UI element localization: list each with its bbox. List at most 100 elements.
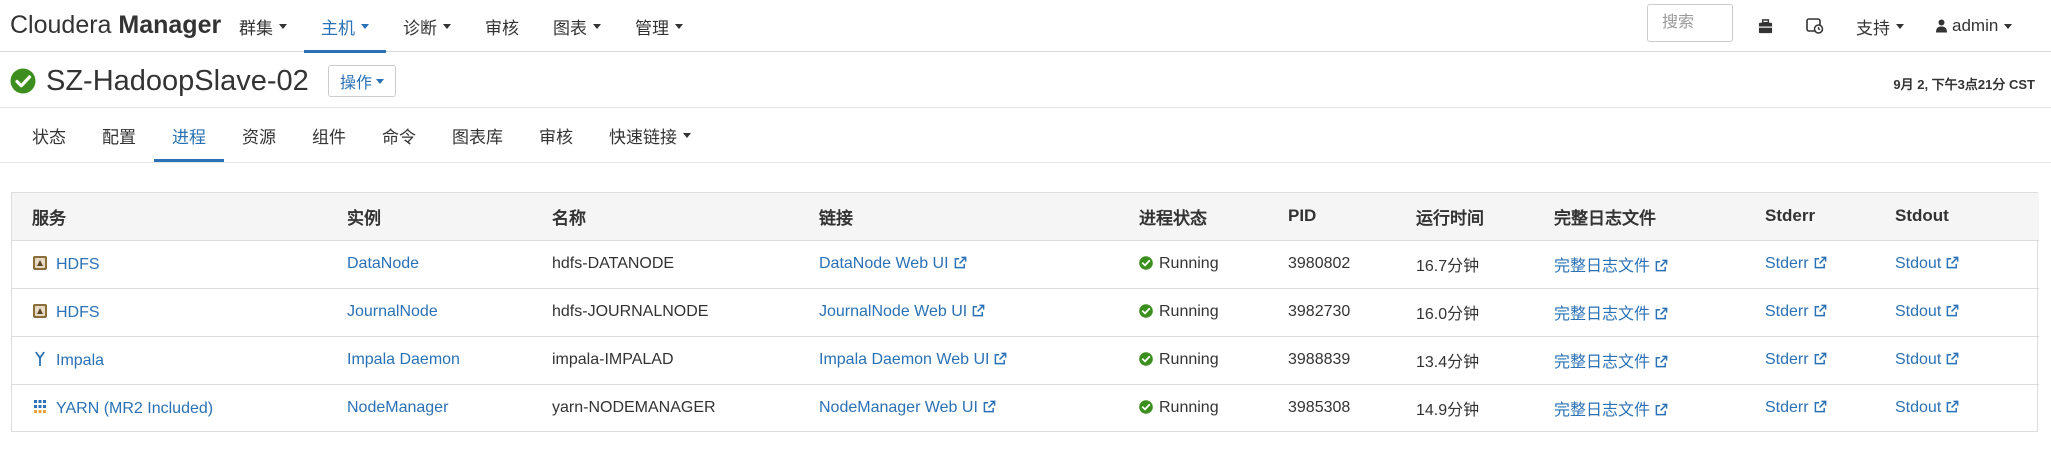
column-header-process-status[interactable]: 进程状态 — [1119, 193, 1268, 241]
instance-link[interactable]: NodeManager — [347, 399, 448, 416]
top-navbar: Cloudera Manager 群集 主机 诊断 审核 图表 管理 搜索 支持… — [0, 0, 2051, 53]
parcels-button[interactable] — [1740, 0, 1790, 52]
tab-label: 进程 — [172, 127, 206, 147]
tab-charts-library[interactable]: 图表库 — [434, 108, 521, 162]
tab-components[interactable]: 组件 — [294, 108, 364, 162]
web-ui-link[interactable]: DataNode Web UI — [819, 255, 967, 272]
stderr-link[interactable]: Stderr — [1765, 303, 1827, 320]
service-link[interactable]: Impala — [56, 352, 104, 369]
full-log-link[interactable]: 完整日志文件 — [1554, 354, 1668, 371]
cell-stderr: Stderr — [1745, 384, 1875, 432]
tab-label: 组件 — [312, 127, 346, 147]
process-status-text: Running — [1159, 399, 1219, 417]
web-ui-link[interactable]: JournalNode Web UI — [819, 303, 985, 320]
user-menu[interactable]: admin — [1920, 0, 2028, 52]
running-commands-button[interactable] — [1790, 0, 1840, 52]
web-ui-link[interactable]: Impala Daemon Web UI — [819, 351, 1007, 368]
column-header-stdout[interactable]: Stdout — [1875, 193, 2039, 241]
column-header-service[interactable]: 服务 — [12, 193, 327, 241]
instance-link[interactable]: Impala Daemon — [347, 351, 460, 368]
external-link-icon — [954, 256, 966, 269]
nav-item-label: 图表 — [553, 18, 587, 38]
stdout-link[interactable]: Stdout — [1895, 399, 1959, 416]
tab-label: 审核 — [539, 127, 573, 147]
web-ui-link-label: JournalNode Web UI — [819, 303, 968, 320]
cell-full-log: 完整日志文件 — [1534, 384, 1745, 432]
full-log-label: 完整日志文件 — [1554, 402, 1651, 420]
briefcase-icon — [1758, 18, 1772, 33]
instance-link[interactable]: DataNode — [347, 255, 419, 272]
brand-logo[interactable]: Cloudera Manager — [10, 9, 221, 41]
tab-commands[interactable]: 命令 — [364, 108, 434, 162]
cell-process-status: Running — [1119, 384, 1268, 432]
stderr-link[interactable]: Stderr — [1765, 255, 1827, 272]
column-header-name[interactable]: 名称 — [532, 193, 799, 241]
web-ui-link[interactable]: NodeManager Web UI — [819, 399, 996, 416]
caret-down-icon — [593, 23, 601, 29]
column-header-pid[interactable]: PID — [1268, 193, 1396, 241]
user-label: admin — [1952, 16, 1999, 35]
cell-stdout: Stdout — [1875, 240, 2039, 289]
support-label: 支持 — [1856, 18, 1890, 38]
cell-name: hdfs-DATANODE — [532, 240, 799, 289]
tab-processes[interactable]: 进程 — [154, 108, 224, 162]
service-link[interactable]: YARN (MR2 Included) — [56, 400, 213, 417]
cell-link: DataNode Web UI — [799, 240, 1119, 289]
current-time: 9月 2, 下午3点21分 CST — [1893, 77, 2035, 92]
stderr-link[interactable]: Stderr — [1765, 399, 1827, 416]
caret-down-icon — [675, 23, 683, 29]
stderr-label: Stderr — [1765, 351, 1809, 368]
tab-quick-links[interactable]: 快速链接 — [591, 108, 709, 162]
full-log-link[interactable]: 完整日志文件 — [1554, 258, 1668, 275]
cell-service: HDFS — [12, 240, 327, 289]
stderr-link[interactable]: Stderr — [1765, 351, 1827, 368]
full-log-label: 完整日志文件 — [1554, 354, 1651, 371]
tab-resources[interactable]: 资源 — [224, 108, 294, 162]
stdout-link[interactable]: Stdout — [1895, 255, 1959, 272]
column-header-instance[interactable]: 实例 — [327, 193, 532, 241]
caret-down-icon — [376, 78, 385, 84]
running-check-icon — [1139, 304, 1153, 318]
running-check-icon — [1139, 400, 1153, 415]
nav-item-diagnostics[interactable]: 诊断 — [386, 0, 468, 52]
nav-item-clusters[interactable]: 群集 — [222, 0, 304, 52]
tab-label: 状态 — [32, 127, 66, 147]
cell-stderr: Stderr — [1745, 240, 1875, 289]
stdout-label: Stdout — [1895, 351, 1942, 368]
service-link[interactable]: HDFS — [56, 304, 100, 321]
cell-pid: 3988839 — [1268, 336, 1396, 385]
web-ui-link-label: Impala Daemon Web UI — [819, 351, 990, 368]
tab-status[interactable]: 状态 — [14, 108, 84, 162]
full-log-link[interactable]: 完整日志文件 — [1554, 306, 1668, 323]
column-header-links[interactable]: 链接 — [799, 193, 1119, 241]
cell-uptime: 16.0分钟 — [1396, 288, 1534, 337]
tab-audits[interactable]: 审核 — [521, 108, 591, 162]
external-link-icon — [1946, 400, 1959, 413]
process-status-text: Running — [1159, 303, 1219, 320]
full-log-link[interactable]: 完整日志文件 — [1554, 402, 1668, 419]
external-link-icon — [1655, 355, 1668, 368]
support-menu[interactable]: 支持 — [1840, 0, 1920, 52]
stdout-link[interactable]: Stdout — [1895, 351, 1959, 368]
stdout-label: Stdout — [1895, 399, 1942, 417]
tab-configuration[interactable]: 配置 — [84, 108, 154, 162]
nav-item-administration[interactable]: 管理 — [618, 0, 700, 52]
instance-link[interactable]: JournalNode — [347, 303, 438, 320]
cell-link: JournalNode Web UI — [799, 288, 1119, 337]
nav-item-hosts[interactable]: 主机 — [304, 0, 386, 53]
nav-item-charts[interactable]: 图表 — [536, 0, 618, 52]
stdout-link[interactable]: Stdout — [1895, 303, 1959, 320]
column-header-stderr[interactable]: Stderr — [1745, 193, 1875, 241]
cell-stdout: Stdout — [1875, 288, 2039, 337]
search-input[interactable] — [1647, 4, 1733, 42]
service-link[interactable]: HDFS — [56, 256, 100, 273]
cell-full-log: 完整日志文件 — [1534, 336, 1745, 385]
cell-link: Impala Daemon Web UI — [799, 336, 1119, 385]
nav-item-audits[interactable]: 审核 — [468, 0, 536, 52]
cell-uptime: 13.4分钟 — [1396, 336, 1534, 385]
column-header-uptime[interactable]: 运行时间 — [1396, 193, 1534, 241]
host-header: SZ-HadoopSlave-02 操作 9月 2, 下午3点21分 CST — [0, 52, 2051, 108]
column-header-full-log[interactable]: 完整日志文件 — [1534, 193, 1745, 241]
stderr-label: Stderr — [1765, 399, 1809, 417]
actions-button[interactable]: 操作 — [328, 65, 397, 97]
